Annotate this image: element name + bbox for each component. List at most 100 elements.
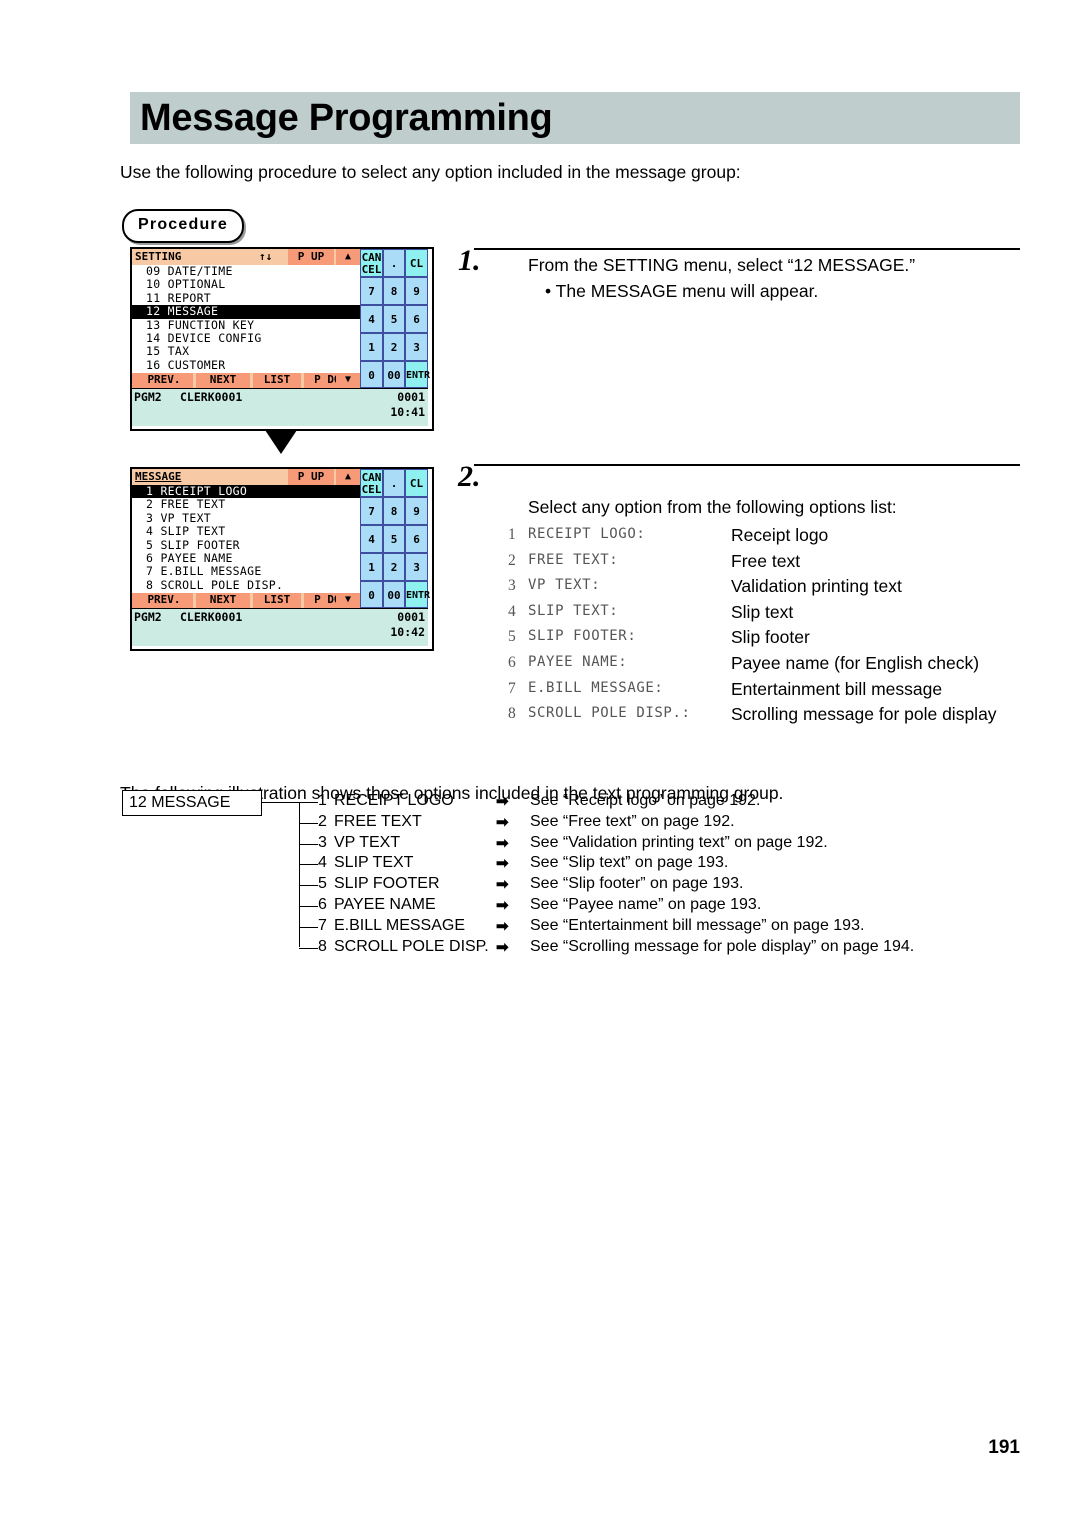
- option-row: 3 VP TEXT: Validation printing text: [508, 576, 1028, 603]
- lcd-setting-menu-item[interactable]: 12 MESSAGE: [132, 304, 360, 319]
- right-arrow-icon: ➡: [496, 876, 509, 894]
- lcd-setting-key-2[interactable]: 2: [383, 333, 405, 361]
- lcd-message-key-9[interactable]: 9: [405, 497, 428, 525]
- lcd-message-key-clear[interactable]: CL: [405, 469, 428, 497]
- tree-stem-horizontal: [262, 802, 300, 803]
- lcd-message-key-4[interactable]: 4: [360, 525, 383, 553]
- lcd-setting-key-5[interactable]: 5: [383, 305, 405, 333]
- tree-item-label: FREE TEXT: [334, 812, 422, 830]
- lcd-message-menu-item[interactable]: 3 VP TEXT: [132, 511, 360, 525]
- lcd-setting-keypad[interactable]: CAN CEL. CL 7 8 9 4 5 6 1 2 3 0 00 ENTR: [360, 249, 430, 388]
- lcd-message-key-1[interactable]: 1: [360, 553, 383, 581]
- lcd-setting-down-arrow-icon[interactable]: ▼: [336, 373, 360, 388]
- lcd-setting-softkey-prev[interactable]: PREV.: [135, 373, 193, 388]
- lcd-setting-key-enter[interactable]: ENTR: [405, 361, 430, 388]
- lcd-setting-menu-item[interactable]: 15 TAX: [132, 344, 360, 358]
- step-2-rule: [474, 464, 1020, 466]
- lcd-setting-menu-list[interactable]: 09 DATE/TIME 10 OPTIONAL 11 REPORT 12 MESSA…: [132, 264, 360, 373]
- lcd-message-key-0[interactable]: 0: [360, 581, 383, 608]
- lcd-setting-menu-item[interactable]: 13 FUNCTION KEY: [132, 318, 360, 332]
- lcd-message-clerk: CLERK0001: [180, 610, 243, 624]
- lcd-setting-mode: PGM2: [134, 390, 162, 404]
- lcd-message-menu-item[interactable]: 5 SLIP FOOTER: [132, 538, 360, 552]
- lcd-setting-key-00[interactable]: 00: [383, 361, 405, 388]
- lcd-message-softkey-prev[interactable]: PREV.: [135, 593, 193, 608]
- step-2-number: 2.: [458, 460, 481, 493]
- option-row: 1 RECEIPT LOGO: Receipt logo: [508, 525, 1028, 552]
- option-description: Entertainment bill message: [731, 678, 943, 699]
- lcd-message-down-arrow-icon[interactable]: ▼: [336, 593, 360, 608]
- lcd-setting-key-decimal[interactable]: .: [383, 249, 405, 277]
- lcd-setting-menu-item[interactable]: 11 REPORT: [132, 291, 360, 305]
- lcd-setting-softkey-next[interactable]: NEXT: [196, 373, 250, 388]
- tree-branch-line: [299, 802, 318, 803]
- procedure-badge: Procedure: [122, 209, 244, 243]
- lcd-setting-menu-item[interactable]: 14 DEVICE CONFIG: [132, 331, 360, 345]
- lcd-setting-menu-item[interactable]: 16 CUSTOMER: [132, 358, 360, 372]
- lcd-message-menu-item[interactable]: 7 E.BILL MESSAGE: [132, 564, 360, 578]
- lcd-message-page-up-button[interactable]: P UP: [288, 469, 334, 485]
- option-code: FREE TEXT:: [528, 551, 619, 568]
- lcd-message-key-3[interactable]: 3: [405, 553, 428, 581]
- tree-item-reference: See “Validation printing text” on page 1…: [530, 833, 828, 851]
- lcd-message-key-00[interactable]: 00: [383, 581, 405, 608]
- lcd-message-key-5[interactable]: 5: [383, 525, 405, 553]
- lcd-message-menu-item[interactable]: 2 FREE TEXT: [132, 497, 360, 511]
- option-index: 3: [508, 577, 516, 595]
- lcd-setting-up-arrow-icon[interactable]: ▲: [336, 249, 360, 265]
- lcd-setting-key-clear[interactable]: CL: [405, 249, 428, 277]
- step-1-number: 1.: [458, 244, 481, 277]
- lcd-setting-key-0[interactable]: 0: [360, 361, 383, 388]
- lcd-setting-menu-item[interactable]: 10 OPTIONAL: [132, 277, 360, 291]
- lcd-message-keypad[interactable]: CAN CEL. CL 7 8 9 4 5 6 1 2 3 0 00 ENTR: [360, 469, 430, 608]
- lcd-message-menu-item[interactable]: 4 SLIP TEXT: [132, 524, 360, 538]
- lcd-message-key-7[interactable]: 7: [360, 497, 383, 525]
- lcd-message-key-enter[interactable]: ENTR: [405, 581, 430, 608]
- lcd-message-key-cancel[interactable]: CAN CEL: [360, 469, 383, 497]
- option-row: 5 SLIP FOOTER: Slip footer: [508, 627, 1028, 654]
- lcd-message-key-decimal[interactable]: .: [383, 469, 405, 497]
- lcd-setting-key-1[interactable]: 1: [360, 333, 383, 361]
- tree-branch-line: [299, 843, 318, 845]
- lcd-setting-page-up-button[interactable]: P UP: [288, 249, 334, 265]
- lcd-setting-softkey-list[interactable]: LIST: [253, 373, 301, 388]
- tree-item-index: 7: [318, 916, 327, 934]
- option-row: 2 FREE TEXT: Free text: [508, 551, 1028, 578]
- tree-item-reference: See “Slip text” on page 193.: [530, 854, 729, 872]
- lcd-message-up-arrow-icon[interactable]: ▲: [336, 469, 360, 485]
- lcd-message-softkey-next[interactable]: NEXT: [196, 593, 250, 608]
- lcd-message-key-2[interactable]: 2: [383, 553, 405, 581]
- lcd-setting-key-cancel[interactable]: CAN CEL: [360, 249, 383, 277]
- step-1-rule: [474, 248, 1020, 250]
- lcd-message-key-6[interactable]: 6: [405, 525, 428, 553]
- lcd-setting-key-3[interactable]: 3: [405, 333, 428, 361]
- lcd-message-menu-list[interactable]: 1 RECEIPT LOGO 2 FREE TEXT 3 VP TEXT 4 SLIP…: [132, 484, 360, 593]
- lcd-setting-menu-item[interactable]: 09 DATE/TIME: [132, 264, 360, 278]
- option-row: 8 SCROLL POLE DISP.: Scrolling message for…: [508, 704, 1028, 731]
- lcd-message-softkey-list[interactable]: LIST: [253, 593, 301, 608]
- lcd-setting-key-9[interactable]: 9: [405, 277, 428, 305]
- lcd-setting-key-8[interactable]: 8: [383, 277, 405, 305]
- lcd-message-header: MESSAGE P UP ▲: [132, 469, 360, 485]
- tree-branch-line: [299, 926, 318, 928]
- option-code: VP TEXT:: [528, 577, 601, 594]
- lcd-message-menu-item[interactable]: 6 PAYEE NAME: [132, 551, 360, 565]
- tree-item-label: E.BILL MESSAGE: [334, 916, 466, 934]
- intro-paragraph: Use the following procedure to select an…: [120, 162, 741, 182]
- lcd-message-menu-item[interactable]: 8 SCROLL POLE DISP.: [132, 578, 360, 592]
- step-2-line-1: Select any option from the following opt…: [528, 497, 897, 517]
- lcd-message-menu-item[interactable]: 1 RECEIPT LOGO: [132, 484, 360, 499]
- lcd-message-key-8[interactable]: 8: [383, 497, 405, 525]
- lcd-setting-key-4[interactable]: 4: [360, 305, 383, 333]
- lcd-setting-header: SETTING ↑↓ P UP ▲: [132, 249, 360, 265]
- option-row: 4 SLIP TEXT: Slip text: [508, 602, 1028, 629]
- flow-arrow-down-icon: [265, 430, 297, 454]
- lcd-screen-setting[interactable]: SETTING ↑↓ P UP ▲ 09 DATE/TIME 10 OPTIONA…: [130, 247, 434, 431]
- lcd-setting-key-6[interactable]: 6: [405, 305, 428, 333]
- tree-branch-line: [299, 947, 318, 949]
- lcd-setting-key-7[interactable]: 7: [360, 277, 383, 305]
- lcd-setting-softkey-bar: PREV. NEXT LIST P DOWN ▼: [132, 373, 364, 388]
- lcd-screen-message[interactable]: MESSAGE P UP ▲ 1 RECEIPT LOGO 2 FREE TEXT…: [130, 467, 434, 651]
- tree-item-reference: See “Entertainment bill message” on page…: [530, 916, 865, 934]
- option-index: 1: [508, 526, 516, 543]
